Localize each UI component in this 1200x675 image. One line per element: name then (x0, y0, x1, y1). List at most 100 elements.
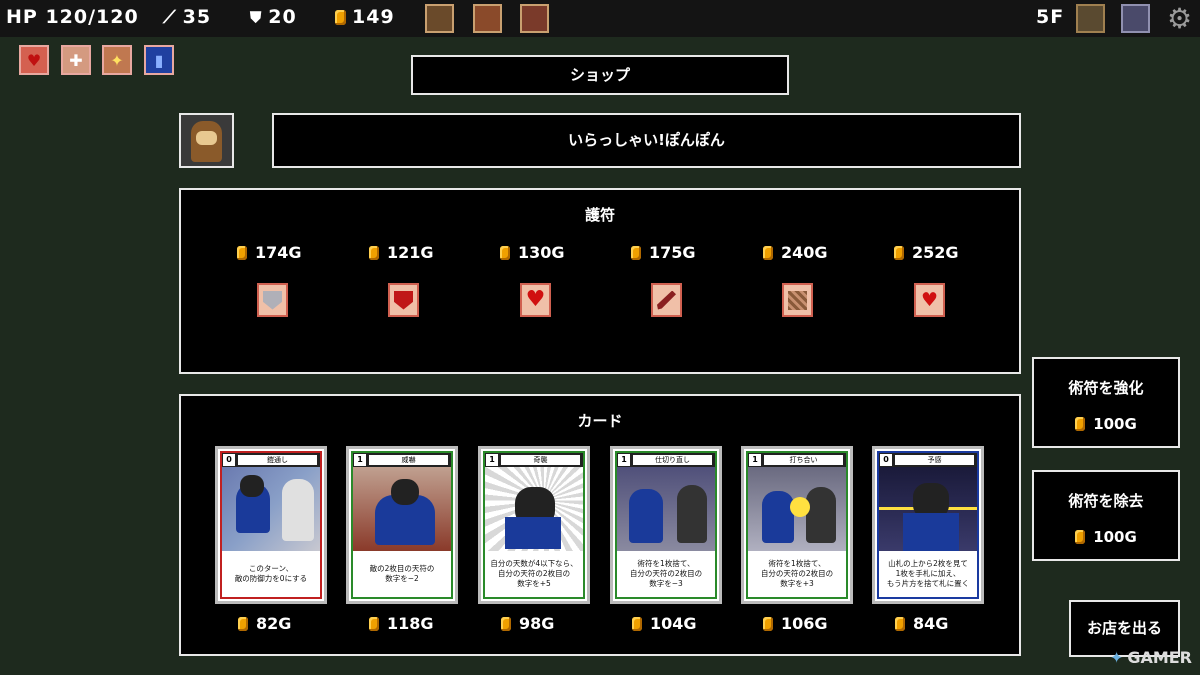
card-art (485, 467, 583, 551)
shop-title-box: ショップ (411, 55, 789, 95)
card-name: 鎧通し (238, 455, 317, 465)
route-map-icon[interactable] (473, 4, 502, 33)
map-charm-icon[interactable] (782, 283, 813, 317)
gold-value: 149 (352, 6, 395, 28)
shop-card[interactable]: 0 予感 山札の上から2枚を見て 1枚を手札に加え、 もう片方を捨て札に置く (872, 446, 984, 604)
card-price: 98G (501, 614, 554, 633)
card-price-text: 106G (781, 614, 828, 633)
card-price: 104G (632, 614, 697, 633)
card-price: 106G (763, 614, 828, 633)
hp-stat: HP 120/120 (6, 6, 139, 28)
floor-indicator: 5F (1036, 6, 1064, 28)
heart-charm-icon[interactable]: ♥ (520, 283, 551, 317)
card-art (617, 467, 715, 551)
attack-value: 35 (182, 6, 212, 28)
card-price-text: 84G (913, 614, 949, 633)
coin-icon (335, 9, 346, 25)
shop-card[interactable]: 1 仕切り直し 術符を1枚捨て、 自分の天符の2枚目の 数字を−3 (610, 446, 722, 604)
card-cost: 0 (880, 454, 892, 466)
watermark-text: GAMER (1127, 648, 1192, 667)
card-name: 威嚇 (369, 455, 448, 465)
upgrade-price-text: 100G (1093, 415, 1137, 433)
coin-icon (895, 616, 905, 631)
shop-card[interactable]: 1 打ち合い 術符を1枚捨て、 自分の天符の2枚目の 数字を+3 (741, 446, 853, 604)
coin-icon (501, 616, 511, 631)
charm-price: 240G (763, 243, 828, 262)
card-description: 自分の天数が4以下なら、 自分の天符の2枚目の 数字を+5 (490, 558, 578, 589)
coin-icon (894, 245, 904, 260)
charm-price-text: 121G (387, 243, 434, 262)
card-header: 0 鎧通し (222, 453, 320, 467)
gamer-watermark: ✦ GAMER (1110, 648, 1192, 667)
coin-icon (763, 616, 773, 631)
defense-stat: ⛊ 20 (250, 6, 297, 28)
card-art (879, 467, 977, 551)
shield-charm-icon[interactable] (257, 283, 288, 317)
card-description: 術符を1枚捨て、 自分の天符の2枚目の 数字を−3 (629, 558, 703, 589)
card-cost: 1 (354, 454, 366, 466)
card-description: 山札の上から2枚を見て 1枚を手札に加え、 もう片方を捨て札に置く (886, 558, 970, 589)
card-header: 0 予感 (879, 453, 977, 467)
coin-icon (369, 245, 379, 260)
card-name: 仕切り直し (633, 455, 712, 465)
card-header: 1 威嚇 (353, 453, 451, 467)
card-price: 118G (369, 614, 434, 633)
charm-shop-panel: 護符 (179, 188, 1021, 374)
book-relic-icon[interactable]: ▮ (144, 45, 174, 75)
attack-stat: ⟋ 35 (163, 6, 211, 28)
card-price-text: 82G (256, 614, 292, 633)
card-frame: 1 仕切り直し 術符を1枚捨て、 自分の天符の2枚目の 数字を−3 (615, 451, 717, 599)
card-frame: 0 予感 山札の上から2枚を見て 1枚を手札に加え、 もう片方を捨て札に置く (877, 451, 979, 599)
card-art (222, 467, 320, 551)
card-description: 敵の2枚目の天符の 数字を−2 (369, 563, 435, 583)
merchant-greeting: いらっしゃい!ぽんぽん (568, 131, 725, 149)
sword-icon: ⟋ (163, 6, 177, 28)
card-cost: 1 (618, 454, 630, 466)
charm-price-text: 240G (781, 243, 828, 262)
shop-card[interactable]: 1 威嚇 敵の2枚目の天符の 数字を−2 (346, 446, 458, 604)
card-name: 打ち合い (764, 455, 843, 465)
shop-card[interactable]: 0 鎧通し このターン、 敵の防御力を0にする (215, 446, 327, 604)
remove-charm-button[interactable]: 術符を除去 100G (1032, 470, 1180, 561)
upgrade-price: 100G (1034, 415, 1178, 433)
shop-title: ショップ (569, 66, 630, 84)
defense-value: 20 (268, 6, 297, 28)
hp-value: HP 120/120 (6, 6, 139, 28)
shop-card[interactable]: 1 奇襲 自分の天数が4以下なら、 自分の天符の2枚目の 数字を+5 (478, 446, 590, 604)
charm-price: 174G (237, 243, 302, 262)
heart-relic-icon[interactable]: ♥ (19, 45, 49, 75)
dungeon-map-icon[interactable] (1076, 4, 1105, 33)
gamer-logo-icon: ✦ (1109, 648, 1124, 667)
card-frame: 1 打ち合い 術符を1枚捨て、 自分の天符の2枚目の 数字を+3 (746, 451, 848, 599)
card-section-title: カード (577, 412, 623, 430)
charm-price-text: 130G (518, 243, 565, 262)
heart-potion-charm-icon[interactable]: ♥ (914, 283, 945, 317)
remove-label: 術符を除去 (1068, 492, 1144, 510)
enemy-info-icon[interactable] (520, 4, 549, 33)
coin-icon (763, 245, 773, 260)
coin-icon (631, 245, 641, 260)
card-frame: 0 鎧通し このターン、 敵の防御力を0にする (220, 451, 322, 599)
card-header: 1 仕切り直し (617, 453, 715, 467)
merchant-portrait (179, 113, 234, 168)
remove-price: 100G (1034, 528, 1178, 546)
deck-scroll-icon[interactable] (425, 4, 454, 33)
gear-icon[interactable]: ⚙ (1164, 3, 1195, 34)
medkit-relic-icon[interactable]: ✚ (61, 45, 91, 75)
card-art (748, 467, 846, 551)
merchant-dialog-box: いらっしゃい!ぽんぽん (272, 113, 1021, 168)
charm-price: 130G (500, 243, 565, 262)
card-header: 1 打ち合い (748, 453, 846, 467)
upgrade-charm-button[interactable]: 術符を強化 100G (1032, 357, 1180, 448)
sparkle-relic-icon[interactable]: ✦ (102, 45, 132, 75)
floor-value: 5F (1036, 6, 1065, 28)
card-collection-icon[interactable] (1121, 4, 1150, 33)
sword-charm-icon[interactable] (651, 283, 682, 317)
card-header: 1 奇襲 (485, 453, 583, 467)
card-price: 84G (895, 614, 948, 633)
coin-icon (632, 616, 642, 631)
card-cost: 1 (486, 454, 498, 466)
card-art (353, 467, 451, 551)
heart-shield-charm-icon[interactable] (388, 283, 419, 317)
coin-icon (237, 245, 247, 260)
